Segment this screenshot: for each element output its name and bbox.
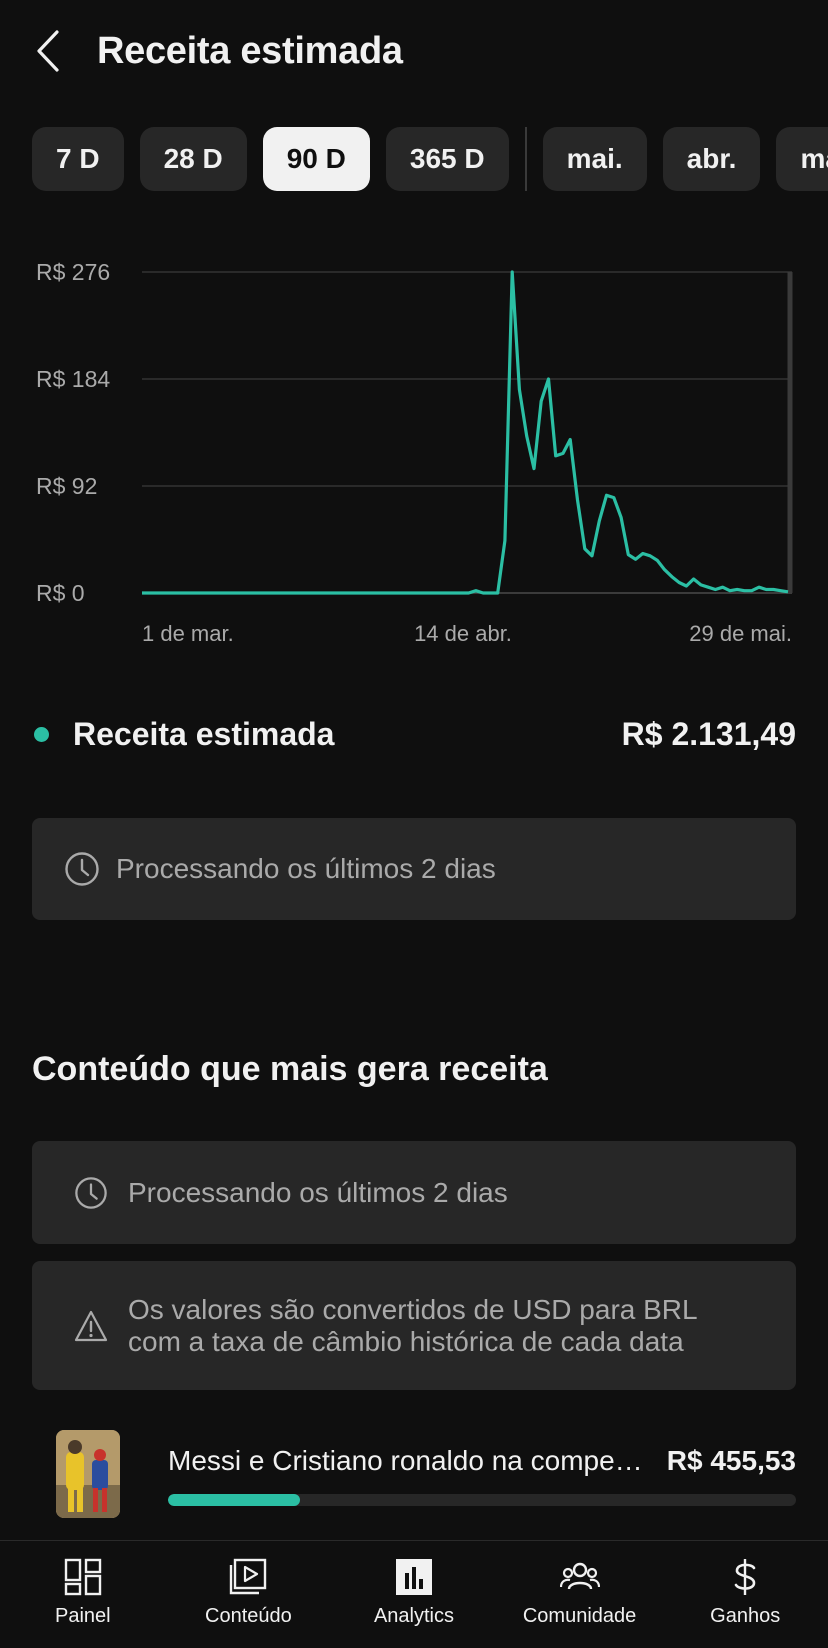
nav-label: Conteúdo	[205, 1605, 292, 1627]
chip-march[interactable]: mar.	[776, 127, 828, 191]
chip-april[interactable]: abr.	[662, 127, 761, 191]
currency-notice: Os valores são convertidos de USD para B…	[32, 1261, 796, 1390]
nav-analytics[interactable]: Analytics	[331, 1541, 497, 1648]
legend-label: Receita estimada	[73, 715, 335, 752]
x-tick-label: 29 de mai.	[689, 621, 792, 646]
chevron-left-icon	[37, 30, 59, 72]
chart-legend: Receita estimada R$ 2.131,49	[32, 712, 796, 756]
processing-notice: Processando os últimos 2 dias	[32, 818, 796, 920]
dollar-icon	[725, 1557, 765, 1597]
bottom-nav: Painel Conteúdo Analytics Comunidade Gan…	[0, 1540, 828, 1648]
chip-28d[interactable]: 28 D	[139, 127, 247, 191]
revenue-chart: R$ 276 R$ 184 R$ 92 R$ 0 1 de mar. 14 de abr.…	[36, 259, 793, 646]
chip-365d[interactable]: 365 D	[385, 127, 509, 191]
header: Receita estimada	[0, 0, 828, 100]
analytics-icon	[394, 1557, 434, 1597]
video-thumbnail[interactable]	[56, 1430, 120, 1518]
content-item[interactable]: Messi e Cristiano ronaldo na competição …	[56, 1430, 796, 1520]
revenue-screen: Receita estimada 7 D 28 D 90 D 365 D mai…	[0, 0, 828, 1648]
clock-icon	[64, 851, 100, 887]
processing-text: Processando os últimos 2 dias	[128, 1176, 508, 1208]
section-title: Conteúdo que mais gera receita	[32, 1050, 548, 1088]
revenue-share-fill	[168, 1494, 300, 1506]
nav-painel[interactable]: Painel	[0, 1541, 166, 1648]
y-tick-label: R$ 0	[36, 580, 85, 606]
nav-comunidade[interactable]: Comunidade	[497, 1541, 663, 1648]
y-tick-label: R$ 276	[36, 259, 110, 285]
chip-may[interactable]: mai.	[542, 127, 647, 191]
warning-icon	[74, 1309, 108, 1343]
revenue-share-bar	[168, 1494, 796, 1506]
total-revenue: R$ 2.131,49	[621, 715, 796, 752]
currency-text: Os valores são convertidos de USD para B…	[128, 1294, 698, 1358]
legend-dot	[34, 726, 49, 742]
period-chips: 7 D 28 D 90 D 365 D mai. abr. mar.	[32, 127, 828, 191]
y-tick-label: R$ 92	[36, 473, 97, 499]
nav-label: Analytics	[373, 1605, 454, 1627]
chip-90d[interactable]: 90 D	[262, 127, 370, 191]
nav-conteudo[interactable]: Conteúdo	[166, 1541, 332, 1648]
community-icon	[559, 1557, 600, 1597]
dashboard-icon	[63, 1557, 103, 1597]
page-title: Receita estimada	[97, 30, 403, 72]
y-tick-label: R$ 184	[36, 366, 110, 392]
content-title[interactable]: Messi e Cristiano ronaldo na competição	[168, 1444, 648, 1478]
currency-line-1: Os valores são convertidos de USD para B…	[128, 1293, 698, 1325]
nav-label: Painel	[54, 1605, 111, 1627]
nav-ganhos[interactable]: Ganhos	[662, 1541, 828, 1648]
processing-notice-content: Processando os últimos 2 dias	[32, 1141, 796, 1244]
content-icon	[228, 1557, 268, 1597]
x-tick-label: 14 de abr.	[414, 621, 512, 646]
nav-label: Comunidade	[522, 1605, 637, 1627]
x-tick-label: 1 de mar.	[142, 621, 234, 646]
nav-label: Ganhos	[710, 1605, 781, 1627]
content-revenue: R$ 455,53	[666, 1445, 796, 1476]
revenue-series-line	[142, 270, 789, 595]
back-button[interactable]	[28, 28, 68, 74]
chip-divider	[524, 127, 527, 191]
processing-text: Processando os últimos 2 dias	[116, 853, 496, 884]
clock-icon	[74, 1176, 108, 1210]
chip-7d[interactable]: 7 D	[32, 127, 124, 191]
currency-line-2: com a taxa de câmbio histórica de cada d…	[128, 1325, 684, 1357]
